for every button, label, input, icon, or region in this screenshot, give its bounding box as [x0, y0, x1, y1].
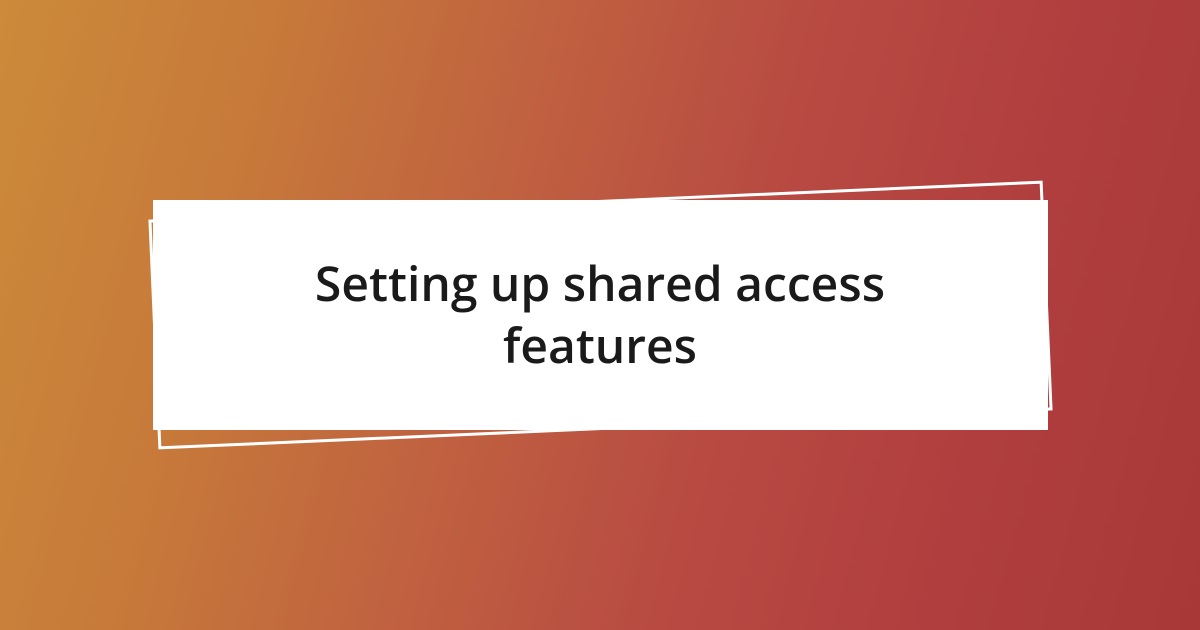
gradient-background: Setting up shared access features [0, 0, 1200, 630]
title-card-container: Setting up shared access features [153, 200, 1048, 430]
title-card: Setting up shared access features [153, 200, 1048, 430]
page-title: Setting up shared access features [213, 253, 988, 378]
